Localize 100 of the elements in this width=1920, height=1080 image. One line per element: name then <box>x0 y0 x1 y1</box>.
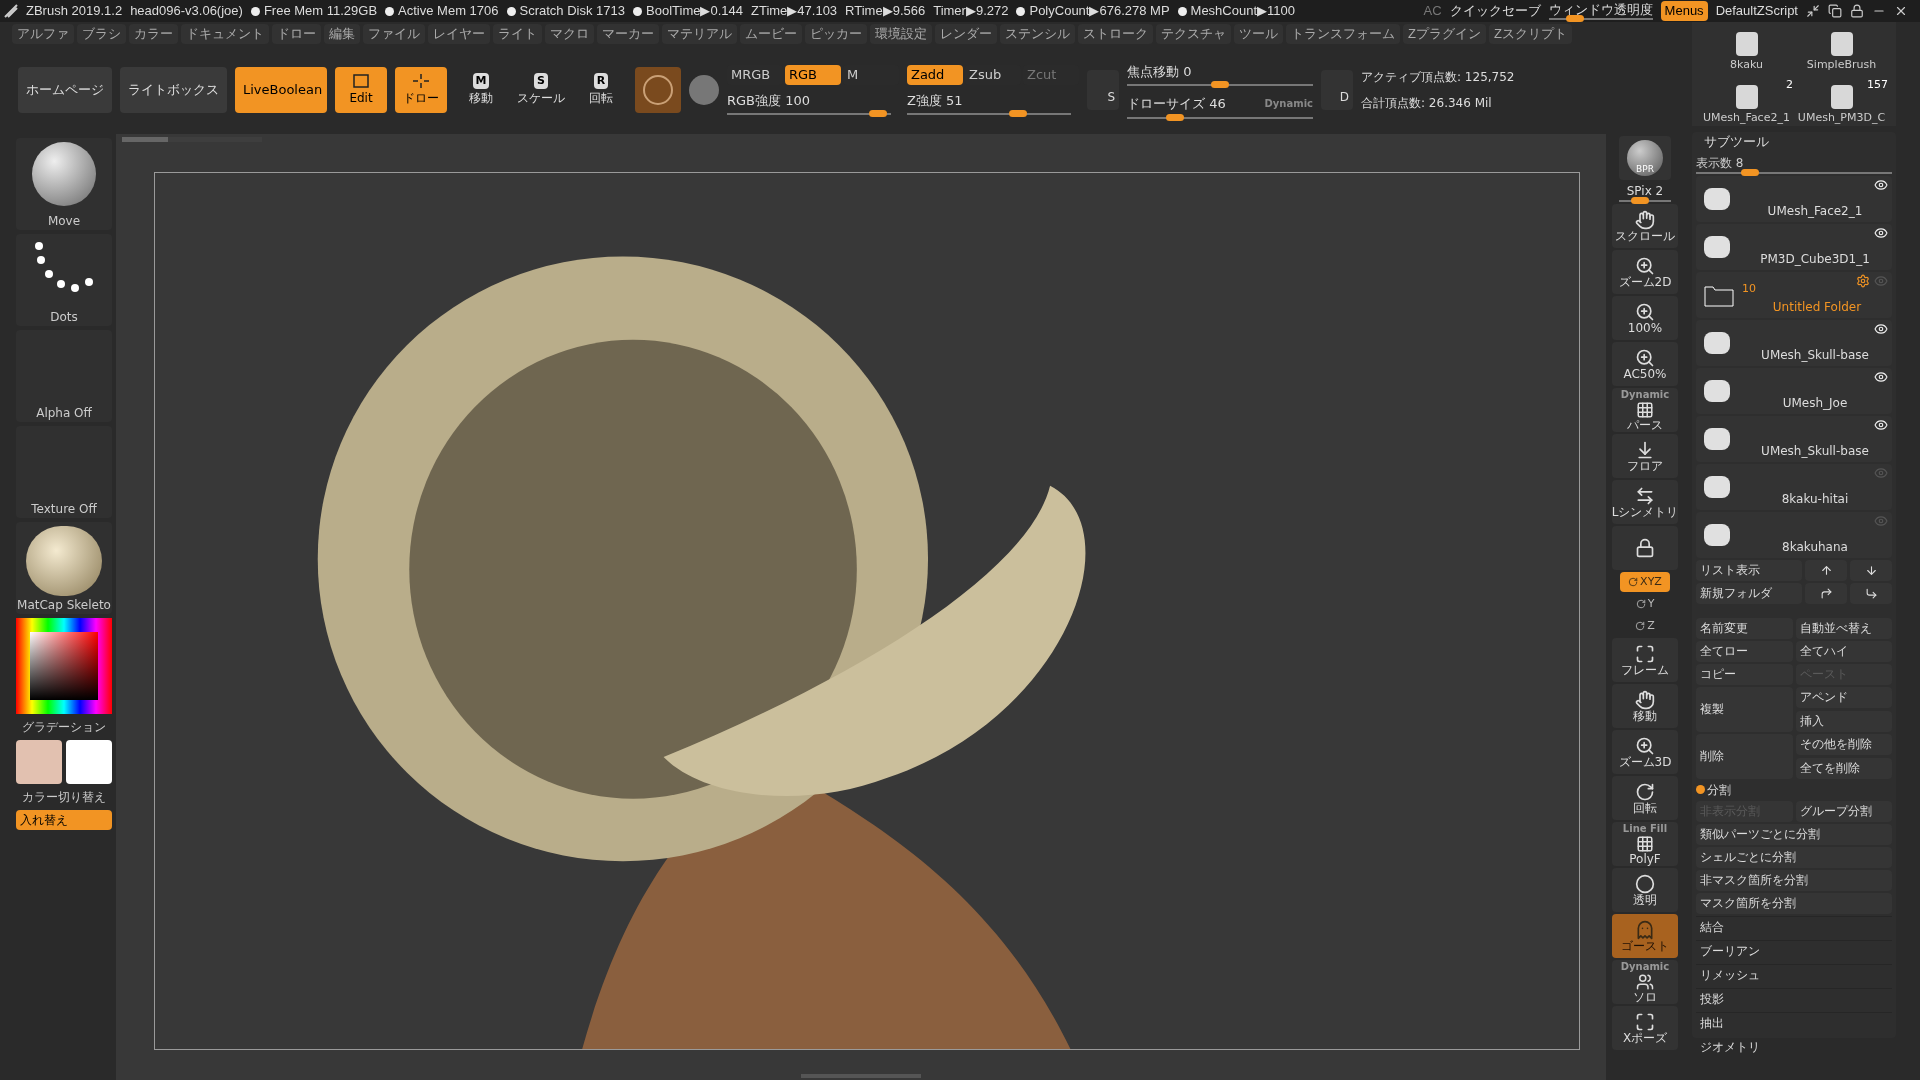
split-button[interactable]: グループ分割 <box>1795 800 1892 822</box>
subtool-action-button[interactable]: アペンド <box>1795 686 1892 708</box>
slider-thumb[interactable] <box>868 110 887 118</box>
axis-toggle[interactable]: Y <box>1627 594 1663 614</box>
view-button[interactable] <box>1612 526 1678 570</box>
menu-item[interactable]: トランスフォーム <box>1286 24 1400 44</box>
nav-button[interactable]: LiveBoolean <box>235 67 327 113</box>
nav-button[interactable]: ライトボックス <box>120 67 227 113</box>
list-view-button[interactable]: リスト表示 <box>1696 559 1802 581</box>
palette-tile[interactable]: Move <box>16 138 112 230</box>
menu-item[interactable]: ステンシル <box>1000 24 1075 44</box>
view-button[interactable]: フロア <box>1612 434 1678 478</box>
close-icon[interactable] <box>1894 4 1908 18</box>
subtool-action-button[interactable]: 全てを削除 <box>1795 757 1892 779</box>
menu-item[interactable]: テクスチャ <box>1156 24 1231 44</box>
menus-button[interactable]: Menus <box>1660 1 1708 21</box>
subtool-item[interactable]: 8kakuhana <box>1696 511 1892 558</box>
split-button[interactable]: マスク箇所を分割 <box>1696 892 1892 914</box>
transparency-control[interactable]: ウィンドウ透明度 <box>1548 2 1653 20</box>
menu-item[interactable]: ドキュメント <box>181 24 269 44</box>
color-picker[interactable] <box>16 618 112 714</box>
menu-item[interactable]: マーカー <box>597 24 659 44</box>
palette-tile[interactable]: Dots <box>16 234 112 326</box>
tool-thumbnail[interactable]: SimpleBrush <box>1795 22 1888 73</box>
subtool-action-button[interactable]: コピー <box>1696 663 1793 685</box>
slider-thumb[interactable] <box>1630 197 1649 204</box>
menu-item[interactable]: ムービー <box>740 24 802 44</box>
view-button[interactable]: フレーム <box>1612 638 1678 682</box>
swap-button[interactable]: 入れ替え <box>16 810 112 830</box>
view-button[interactable]: AC50% <box>1612 342 1678 386</box>
menu-item[interactable]: ドロー <box>272 24 321 44</box>
material-button[interactable] <box>635 67 681 113</box>
move-up-button[interactable] <box>1805 559 1847 581</box>
menu-item[interactable]: マクロ <box>545 24 594 44</box>
menu-item[interactable]: 編集 <box>324 24 360 44</box>
view-button[interactable]: 100% <box>1612 296 1678 340</box>
lock-icon[interactable] <box>1850 4 1864 18</box>
subtool-item[interactable]: UMesh_Joe <box>1696 367 1892 414</box>
slider-thumb[interactable] <box>1565 15 1584 22</box>
subtool-action-button[interactable]: 全てロー <box>1696 640 1793 662</box>
menu-item[interactable]: レイヤー <box>428 24 490 44</box>
mode-toggle[interactable]: RGB <box>785 64 841 85</box>
section-header[interactable]: ブーリアン <box>1696 939 1892 962</box>
subtool-action-button[interactable]: 名前変更 <box>1696 617 1793 639</box>
subtool-item[interactable]: UMesh_Face2_1 <box>1696 175 1892 222</box>
subtool-item[interactable]: UMesh_Skull-base <box>1696 319 1892 366</box>
menu-item[interactable]: カラー <box>129 24 178 44</box>
section-header[interactable]: 結合 <box>1696 915 1892 938</box>
menu-item[interactable]: アルファ <box>12 24 74 44</box>
subtool-action-button[interactable]: 自動並べ替え <box>1795 617 1892 639</box>
split-button[interactable]: シェルごとに分割 <box>1696 846 1892 868</box>
section-header[interactable]: ジオメトリ <box>1692 1037 1896 1056</box>
view-button[interactable]: Xポーズ <box>1612 1006 1678 1050</box>
eye-icon[interactable] <box>1874 369 1888 384</box>
quicksave-button[interactable]: クイックセーブ <box>1449 1 1541 21</box>
tool-mode-button[interactable]: ドロー <box>395 67 447 113</box>
split-button[interactable]: 類似パーツごとに分割 <box>1696 823 1892 845</box>
slider-thumb[interactable] <box>1165 113 1184 121</box>
tool-thumbnail[interactable]: 8kaku <box>1700 22 1793 73</box>
view-button[interactable]: 回転 <box>1612 776 1678 820</box>
palette-tile[interactable]: Texture Off <box>16 426 112 518</box>
tool-mode-button[interactable]: R 回転 <box>575 67 627 113</box>
section-header[interactable]: リメッシュ <box>1696 963 1892 986</box>
move-into-button[interactable] <box>1805 582 1847 604</box>
menu-item[interactable]: ストローク <box>1078 24 1153 44</box>
color-swatch[interactable] <box>66 740 112 784</box>
view-button[interactable]: ズーム2D <box>1612 250 1678 294</box>
view-button[interactable]: Line Fill PolyF <box>1612 822 1678 866</box>
color-swatch[interactable] <box>16 740 62 784</box>
subtool-item[interactable]: 8kaku-hitai <box>1696 463 1892 510</box>
move-down-button[interactable] <box>1850 559 1892 581</box>
menu-item[interactable]: ブラシ <box>77 24 126 44</box>
menu-item[interactable]: レンダー <box>935 24 997 44</box>
view-button[interactable]: 移動 <box>1612 684 1678 728</box>
menu-item[interactable]: ライト <box>493 24 542 44</box>
menu-item[interactable]: ツール <box>1234 24 1283 44</box>
tool-thumbnail[interactable]: UMesh_Face2_1 2 <box>1700 75 1793 126</box>
subtool-item[interactable]: PM3D_Cube3D1_1 <box>1696 223 1892 270</box>
tool-mode-button[interactable]: S スケール <box>515 67 567 113</box>
tool-thumbnail[interactable]: UMesh_PM3D_C 157 <box>1795 75 1888 126</box>
split-button[interactable]: 非マスク箇所を分割 <box>1696 869 1892 891</box>
new-folder-button[interactable]: 新規フォルダ <box>1696 582 1802 604</box>
s-toggle-button[interactable]: S <box>1087 70 1119 110</box>
view-button[interactable]: Lシンメトリ <box>1612 480 1678 524</box>
subtool-action-button[interactable]: 全てハイ <box>1795 640 1892 662</box>
eye-icon[interactable] <box>1874 321 1888 336</box>
tool-mode-button[interactable]: Edit <box>335 67 387 113</box>
eye-icon[interactable] <box>1874 225 1888 240</box>
section-title[interactable]: 分割 <box>1707 780 1731 799</box>
menu-item[interactable]: Zスクリプト <box>1488 24 1572 44</box>
view-button[interactable]: ゴースト <box>1612 914 1678 958</box>
axis-toggle[interactable]: Z <box>1627 616 1663 636</box>
move-out-button[interactable] <box>1850 582 1892 604</box>
menu-item[interactable]: Zプラグイン <box>1403 24 1486 44</box>
palette-tile[interactable]: MatCap Skeleto <box>16 522 112 614</box>
menu-item[interactable]: マテリアル <box>662 24 737 44</box>
slider-thumb[interactable] <box>1009 110 1028 118</box>
view-button[interactable]: ズーム3D <box>1612 730 1678 774</box>
layout-icon[interactable] <box>1828 4 1842 18</box>
shrink-icon[interactable] <box>1806 4 1820 18</box>
